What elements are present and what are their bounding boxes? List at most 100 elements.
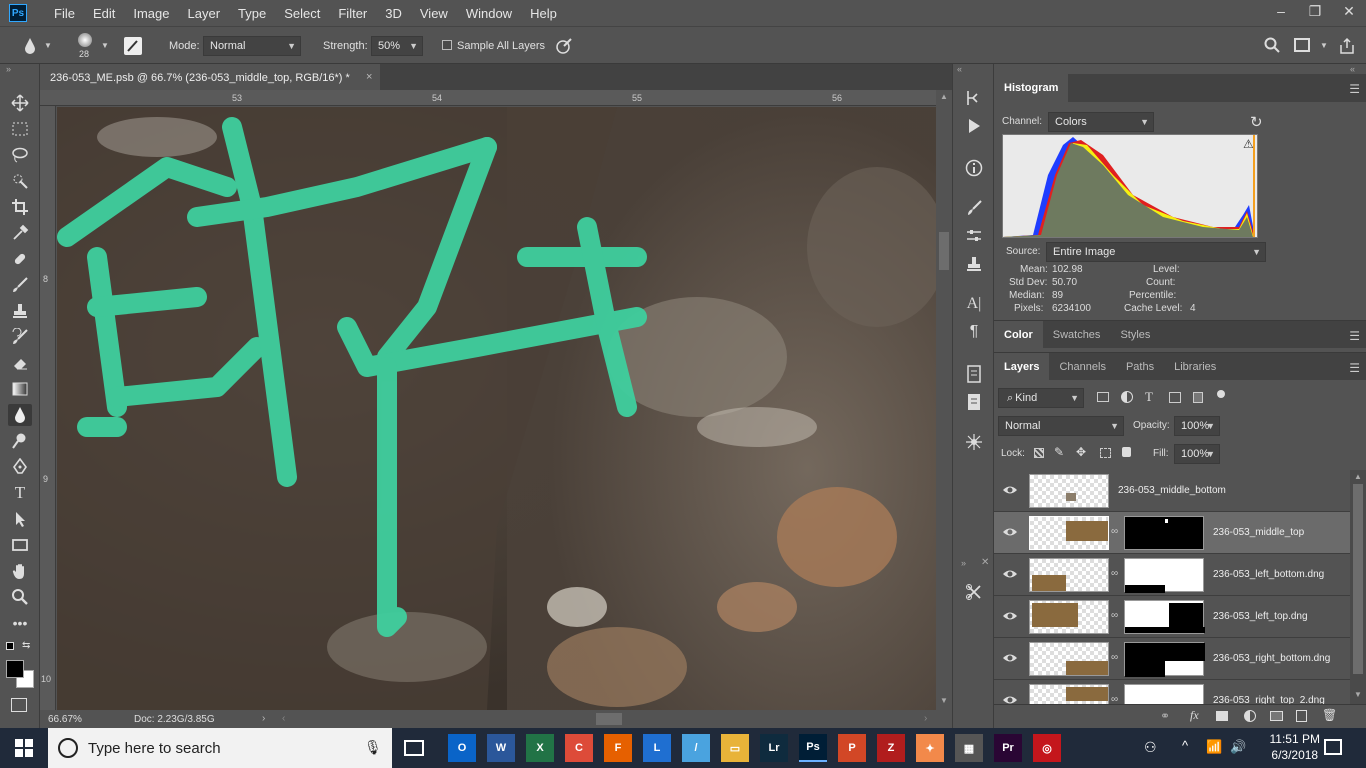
chevron-up-icon[interactable]: ^ [1182, 738, 1188, 753]
taskbar-app-icon[interactable]: O [448, 734, 476, 762]
sample-all-layers-checkbox[interactable] [442, 40, 452, 50]
chevron-down-icon[interactable]: ▼ [44, 41, 52, 50]
blend-mode-dropdown[interactable]: Normal ▼ [998, 416, 1124, 436]
eyedropper-tool-icon[interactable] [8, 222, 32, 244]
link-icon[interactable]: ∞ [1111, 652, 1118, 663]
tab-channels[interactable]: Channels [1049, 353, 1115, 380]
close-button[interactable]: ✕ [1332, 0, 1366, 22]
taskbar-app-icon[interactable]: ✦ [916, 734, 944, 762]
dodge-tool-icon[interactable] [8, 430, 32, 452]
filter-type-icon[interactable]: T [1145, 389, 1153, 405]
panel-menu-icon[interactable]: ☰ [1349, 361, 1360, 375]
lock-artboard-icon[interactable] [1100, 448, 1111, 458]
workspace-icon[interactable] [1294, 38, 1310, 52]
brush-tool-icon[interactable] [8, 274, 32, 296]
brushes-icon[interactable] [964, 198, 984, 218]
filter-adjustment-icon[interactable] [1121, 391, 1133, 403]
menu-type[interactable]: Type [229, 6, 275, 21]
warning-icon[interactable]: ⚠ [1243, 137, 1254, 151]
tab-libraries[interactable]: Libraries [1164, 353, 1226, 380]
task-view-icon[interactable] [404, 740, 424, 756]
layer-mask-thumbnail[interactable] [1124, 642, 1205, 677]
panel-menu-icon[interactable]: ☰ [1349, 329, 1360, 343]
refresh-icon[interactable]: ↻ [1250, 113, 1263, 131]
healing-brush-tool-icon[interactable] [8, 248, 32, 270]
quick-mask-icon[interactable] [11, 698, 27, 712]
history-brush-tool-icon[interactable] [8, 326, 32, 348]
chevron-down-icon[interactable]: ▼ [1320, 41, 1328, 50]
expand-icon[interactable]: » [961, 558, 966, 568]
character-icon[interactable]: A| [964, 294, 984, 314]
swap-colors-icon[interactable]: ⇆ [22, 640, 30, 651]
tab-color[interactable]: Color [994, 321, 1043, 348]
scroll-thumb[interactable] [1353, 484, 1363, 674]
lock-pixels-icon[interactable]: ✎ [1054, 445, 1064, 459]
document-tab[interactable]: 236-053_ME.psb @ 66.7% (236-053_middle_t… [40, 64, 380, 90]
visibility-eye-icon[interactable] [1002, 483, 1018, 497]
move-tool-icon[interactable] [8, 92, 32, 114]
hand-tool-icon[interactable] [8, 560, 32, 582]
start-button[interactable] [0, 728, 48, 768]
gradient-tool-icon[interactable] [8, 378, 32, 400]
expand-icon[interactable]: « [957, 64, 962, 74]
minimize-button[interactable]: – [1264, 0, 1298, 22]
layer-mask-thumbnail[interactable] [1124, 684, 1204, 704]
fx-icon[interactable]: fx [1190, 708, 1199, 723]
path-selection-tool-icon[interactable] [8, 508, 32, 530]
layer-name[interactable]: 236-053_middle_bottom [1118, 485, 1226, 496]
document-canvas[interactable] [57, 107, 936, 710]
menu-file[interactable]: File [45, 6, 84, 21]
pen-tool-icon[interactable] [8, 456, 32, 478]
brush-preview-icon[interactable] [78, 33, 92, 47]
link-icon[interactable]: ∞ [1111, 694, 1118, 704]
layers-scrollbar[interactable]: ▲ ▼ [1350, 470, 1366, 704]
taskbar-app-icon[interactable]: C [565, 734, 593, 762]
blur-tool-icon[interactable] [8, 404, 32, 426]
filter-kind-dropdown[interactable]: ⌕ Kind ▼ [998, 388, 1084, 408]
layer-mask-thumbnail[interactable] [1124, 516, 1204, 550]
link-icon[interactable]: ∞ [1111, 526, 1118, 537]
system-clock[interactable]: 11:51 PM 6/3/2018 [1270, 731, 1320, 763]
source-dropdown[interactable]: Entire Image ▼ [1046, 242, 1266, 262]
lock-transparent-icon[interactable] [1034, 448, 1044, 458]
menu-window[interactable]: Window [457, 6, 521, 21]
visibility-eye-icon[interactable] [1002, 525, 1018, 539]
crop-tool-icon[interactable] [8, 196, 32, 218]
people-icon[interactable]: ⚇ [1144, 739, 1157, 756]
scroll-right-icon[interactable]: › [924, 713, 927, 724]
layer-name[interactable]: 236-053_left_top.dng [1213, 611, 1308, 622]
new-layer-icon[interactable] [1296, 710, 1307, 722]
marquee-tool-icon[interactable] [8, 118, 32, 140]
new-adjustment-icon[interactable] [1244, 710, 1256, 722]
filter-smart-object-icon[interactable] [1193, 392, 1203, 403]
taskbar-app-icon[interactable]: W [487, 734, 515, 762]
ruler-horizontal[interactable]: 53 54 55 56 [40, 90, 952, 106]
layer-row[interactable]: ∞ 236-053_right_top_2.dng [994, 680, 1350, 704]
lock-position-icon[interactable]: ✥ [1076, 445, 1086, 459]
menu-help[interactable]: Help [521, 6, 566, 21]
type-tool-icon[interactable]: T [8, 482, 32, 504]
layer-name[interactable]: 236-053_right_top_2.dng [1213, 695, 1325, 704]
menu-filter[interactable]: Filter [329, 6, 376, 21]
rectangle-tool-icon[interactable] [8, 534, 32, 556]
notes-icon[interactable] [964, 364, 984, 384]
foreground-color-swatch[interactable] [6, 660, 24, 678]
scroll-up-icon[interactable]: ▲ [1354, 472, 1362, 481]
close-tab-icon[interactable]: × [366, 71, 372, 83]
history-icon[interactable] [964, 88, 984, 108]
tab-styles[interactable]: Styles [1110, 321, 1160, 348]
horizontal-scroll-thumb[interactable] [596, 713, 622, 725]
ruler-vertical[interactable]: 8 9 10 [40, 106, 56, 710]
tab-histogram[interactable]: Histogram [994, 74, 1069, 102]
menu-layer[interactable]: Layer [179, 6, 230, 21]
taskbar-app-icon[interactable]: / [682, 734, 710, 762]
share-icon[interactable] [1338, 37, 1356, 58]
scroll-thumb[interactable] [939, 232, 949, 270]
lasso-tool-icon[interactable] [8, 144, 32, 166]
taskbar-app-icon[interactable]: ▭ [721, 734, 749, 762]
layer-row[interactable]: ∞ 236-053_left_top.dng [994, 596, 1350, 638]
brush-settings-icon[interactable] [124, 37, 142, 55]
taskbar-app-icon[interactable]: ▦ [955, 734, 983, 762]
new-group-icon[interactable] [1270, 711, 1283, 721]
info-icon[interactable] [964, 158, 984, 178]
